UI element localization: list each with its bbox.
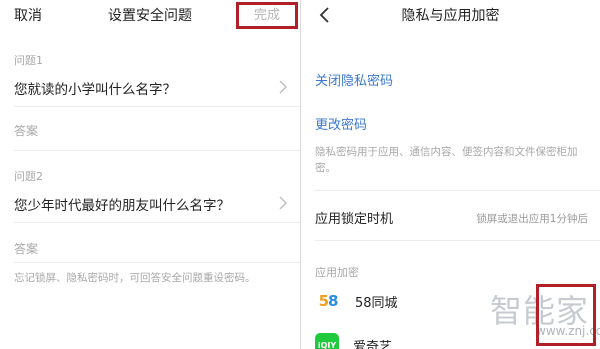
privacy-description: 隐私密码用于应用、通信内容、便签内容和文件保密柜加密。 [315, 146, 578, 174]
answer2-field[interactable]: 答案 [14, 240, 38, 257]
question1-label: 问题1 [14, 54, 43, 67]
close-privacy-password-link[interactable]: 关闭隐私密码 [315, 70, 393, 89]
page-title: 隐私与应用加密 [401, 8, 500, 24]
security-question-screen: 取消 设置安全问题 完成 问题1 您就读的小学叫什么名字？ 答案 问题2 您少年… [0, 0, 300, 349]
hint-text: 忘记锁屏、隐私密码时，可回答安全问题重设密码。 [14, 272, 256, 284]
done-button[interactable]: 完成 [236, 2, 298, 29]
iqiyi-icon: iQIY [315, 333, 339, 349]
app-row-iqiyi[interactable]: iQIY 爱奇艺 [315, 332, 392, 349]
app-name: 58同城 [355, 295, 398, 311]
divider [14, 150, 300, 151]
highlight-box [536, 284, 596, 346]
top-bar: 取消 设置安全问题 完成 [0, 0, 300, 30]
divider [315, 190, 600, 191]
app-encryption-section-label: 应用加密 [315, 266, 359, 279]
chevron-right-icon [279, 196, 287, 210]
answer1-field[interactable]: 答案 [14, 122, 38, 139]
divider [14, 106, 300, 107]
app-row-58[interactable]: 58 58同城 [315, 288, 398, 314]
divider [14, 262, 300, 263]
change-password-link[interactable]: 更改密码 [315, 114, 367, 133]
app-58-icon: 58 [318, 292, 339, 310]
lock-timing-label[interactable]: 应用锁定时机 [315, 208, 393, 227]
chevron-right-icon [279, 80, 287, 94]
question2-selector[interactable]: 您少年时代最好的朋友叫什么名字？ [14, 194, 230, 214]
divider [14, 222, 300, 223]
divider [315, 240, 600, 241]
question2-label: 问题2 [14, 170, 43, 183]
app-name: 爱奇艺 [353, 339, 393, 349]
top-bar: 隐私与应用加密 [301, 0, 600, 30]
lock-timing-value[interactable]: 锁屏或退出应用1分钟后 [476, 211, 588, 226]
question1-selector[interactable]: 您就读的小学叫什么名字？ [14, 78, 176, 98]
